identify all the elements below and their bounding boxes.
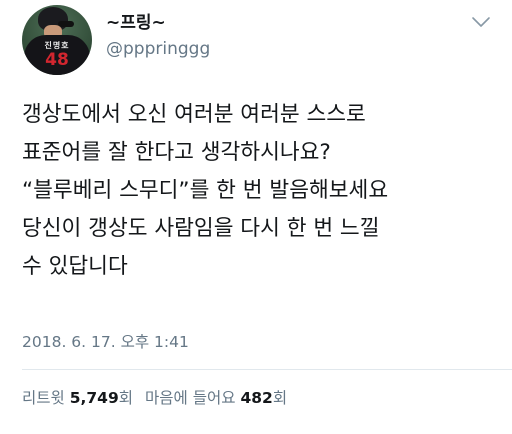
- tweet-timestamp[interactable]: 2018. 6. 17. 오후 1:41: [22, 332, 189, 352]
- tweet-stats: 리트윗 5,749회 마음에 들어요 482회: [22, 387, 287, 409]
- user-handle[interactable]: @pppringgg: [106, 39, 210, 59]
- tweet-text: 갱상도에서 오신 여러분 여러분 스스로 표준어를 잘 한다고 생각하시나요? …: [22, 96, 502, 286]
- tweet-text-line: 당신이 갱상도 사람임을 다시 한 번 느낄: [22, 216, 380, 241]
- tweet-text-line: “블루베리 스무디”를 한 번 발음해보세요: [22, 178, 389, 203]
- tweet-menu-button[interactable]: [470, 14, 492, 30]
- avatar-jersey-number: 48: [45, 50, 69, 70]
- retweets-label: 리트윗: [22, 389, 65, 407]
- likes-label: 마음에 들어요: [145, 389, 236, 407]
- likes-count: 482: [240, 389, 273, 407]
- tweet-text-line: 갱상도에서 오신 여러분 여러분 스스로: [22, 102, 366, 127]
- stats-divider: [22, 369, 512, 370]
- tweet-text-line: 표준어를 잘 한다고 생각하시나요?: [22, 140, 331, 165]
- chevron-down-icon: [472, 17, 490, 27]
- tweet-card: 진명호 48 ~프링~ @pppringgg 갱상도에서 오신 여러분 여러분 …: [0, 0, 512, 434]
- retweets-suffix: 회: [118, 389, 134, 407]
- tweet-text-line: 수 있답니다: [22, 254, 128, 279]
- retweets-stat[interactable]: 리트윗 5,749회: [22, 389, 133, 407]
- likes-stat[interactable]: 마음에 들어요 482회: [145, 389, 287, 407]
- avatar-jersey: 진명호 48: [24, 35, 90, 75]
- retweets-count: 5,749: [69, 389, 119, 407]
- avatar[interactable]: 진명호 48: [22, 5, 92, 75]
- display-name[interactable]: ~프링~: [106, 13, 166, 33]
- likes-suffix: 회: [272, 389, 288, 407]
